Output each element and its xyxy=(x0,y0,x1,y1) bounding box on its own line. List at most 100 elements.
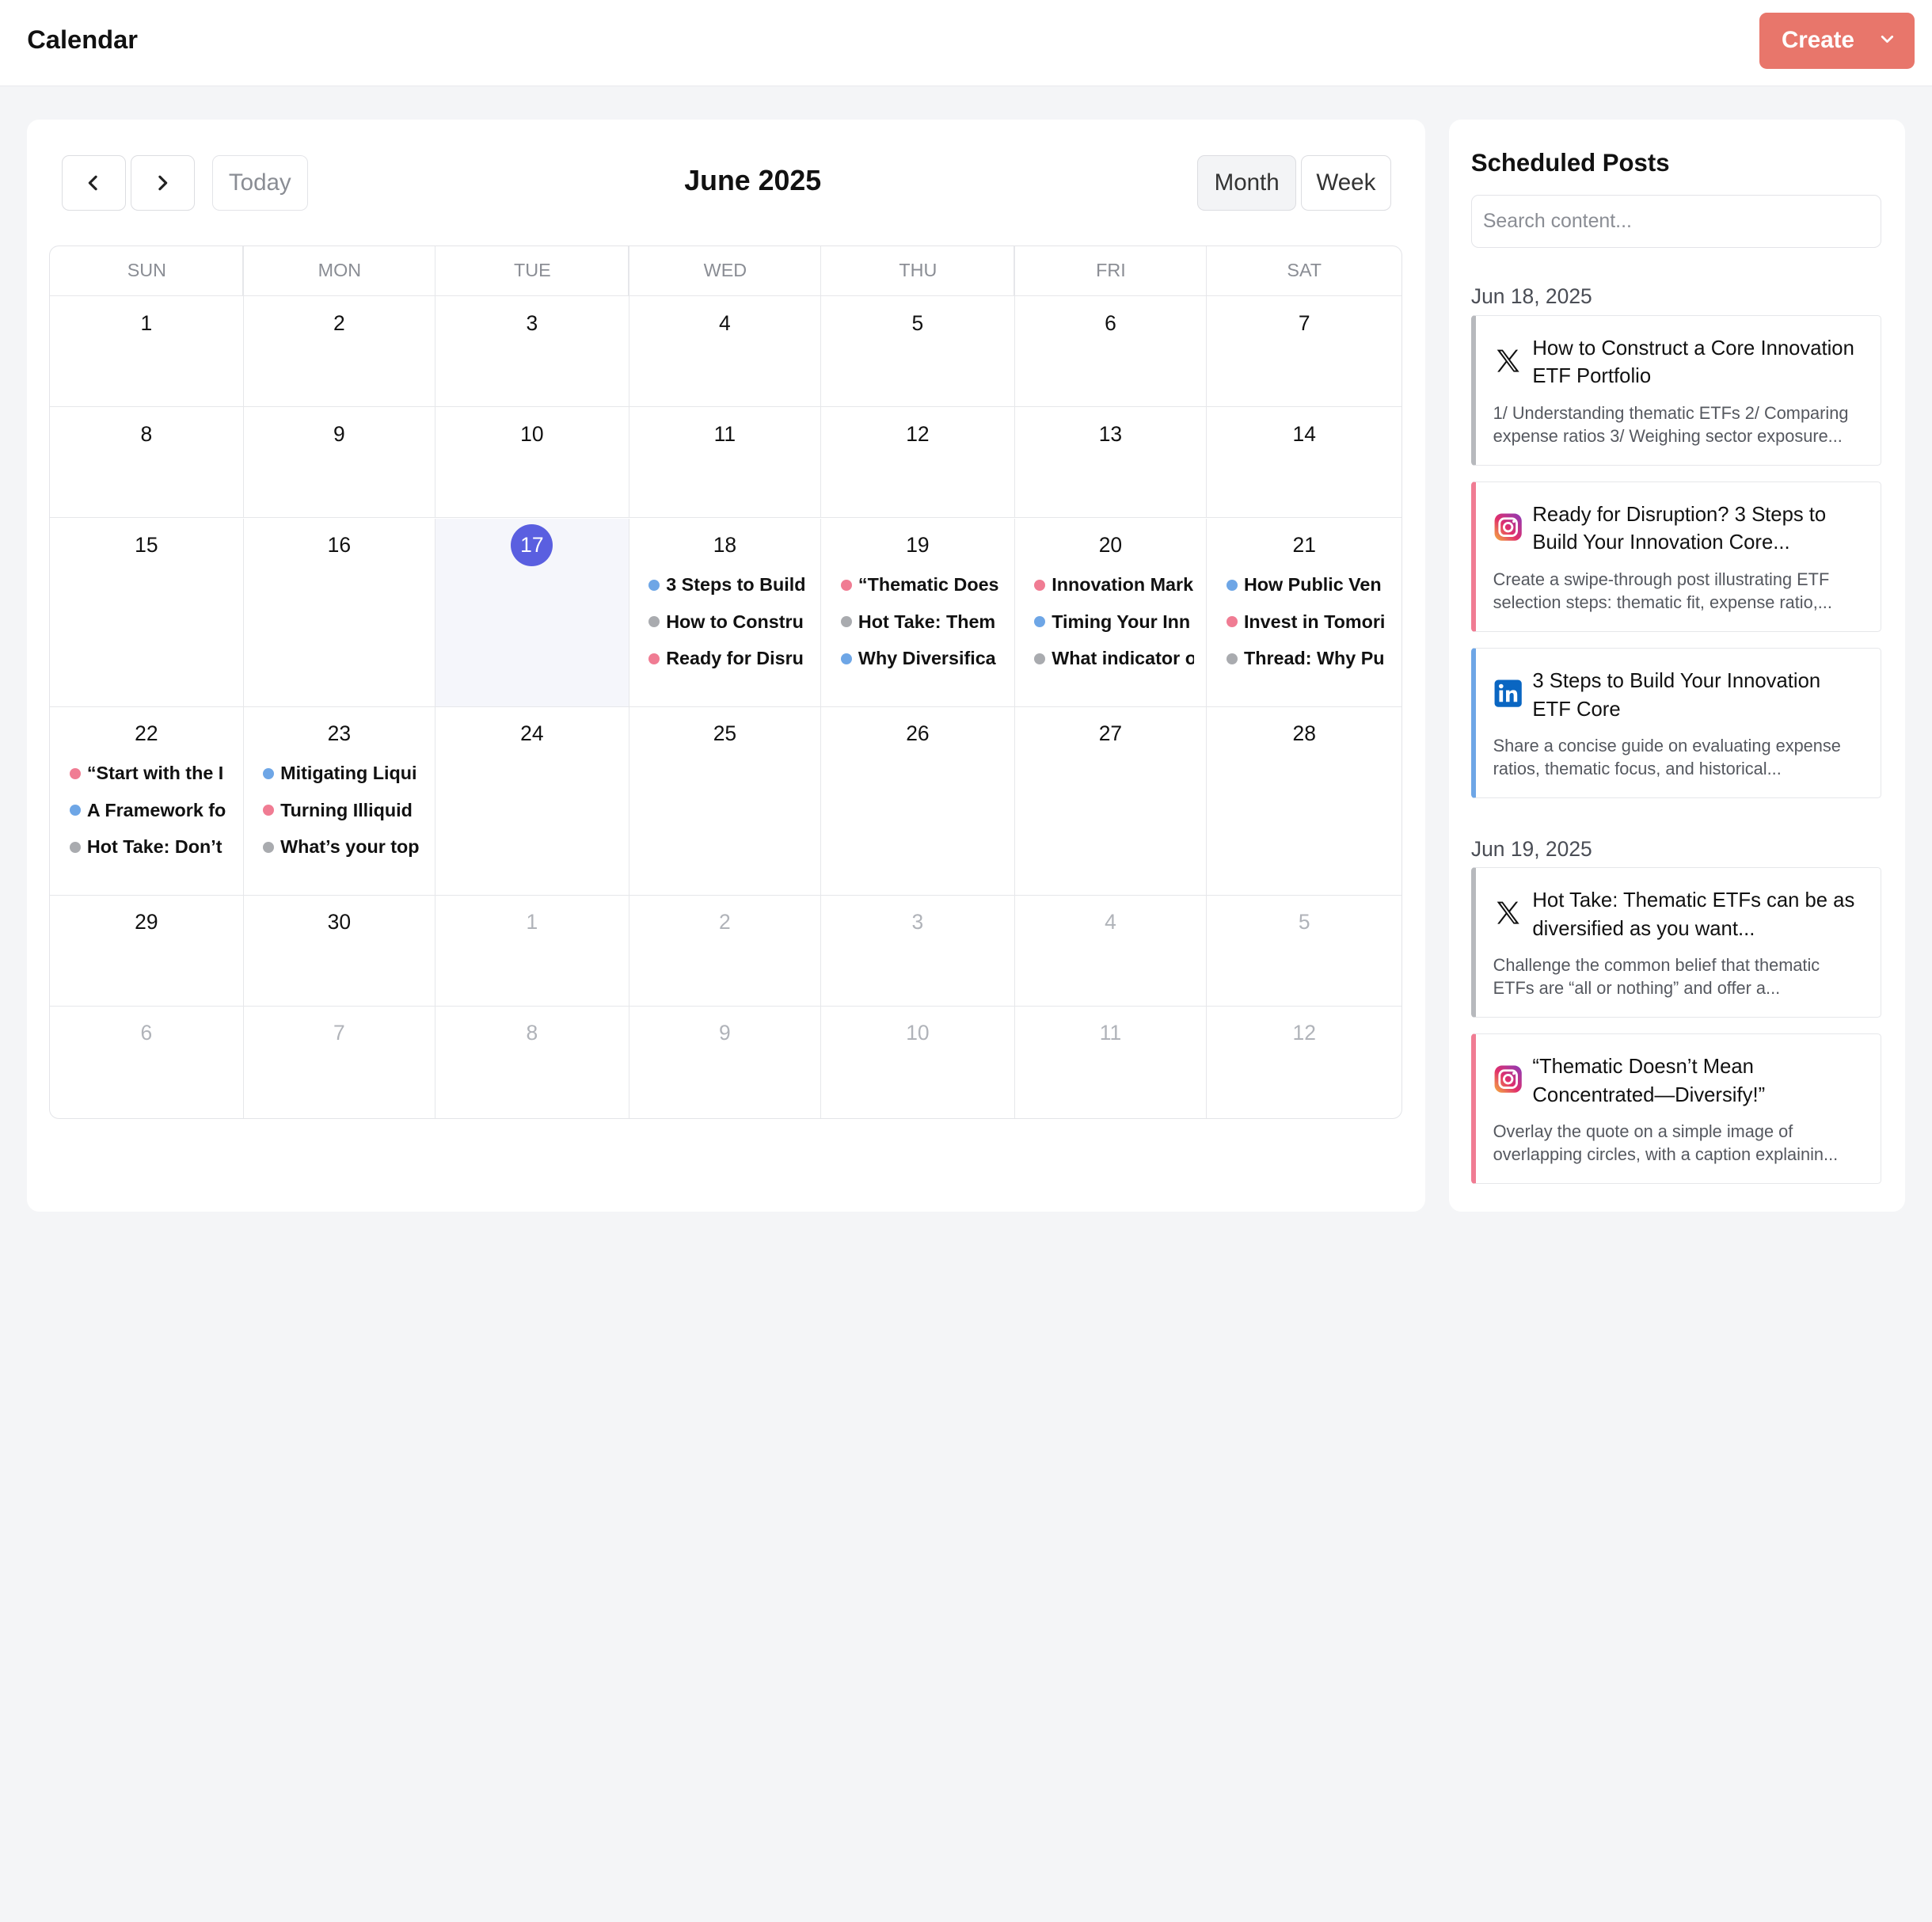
day-cell[interactable]: 11 xyxy=(629,407,822,519)
day-cell[interactable]: 3 xyxy=(821,895,1015,1007)
event-title: Ready for Disru xyxy=(666,648,804,669)
day-number: 22 xyxy=(135,721,158,746)
calendar-event[interactable]: Turning Illiquid xyxy=(263,797,422,824)
day-cell[interactable]: 17 xyxy=(435,518,629,707)
calendar-event[interactable]: Hot Take: Don’t xyxy=(70,834,230,861)
day-cell[interactable]: 9 xyxy=(243,407,436,519)
day-number: 5 xyxy=(911,310,924,335)
create-button[interactable]: Create xyxy=(1759,12,1915,70)
day-number: 8 xyxy=(526,1021,538,1045)
day-cell[interactable]: 16 xyxy=(243,518,436,707)
day-number: 18 xyxy=(713,533,737,558)
day-cell[interactable]: 15 xyxy=(50,518,244,707)
calendar-event[interactable]: What indicator o xyxy=(1034,645,1194,672)
day-cell[interactable]: 19 “Thematic Does Hot Take: Them Why Divers… xyxy=(821,518,1015,707)
day-cell[interactable]: 5 xyxy=(1207,896,1401,1007)
day-cell[interactable]: 2 xyxy=(243,295,436,408)
post-card[interactable]: 3 Steps to Build Your Innovation ETF Cor… xyxy=(1470,648,1881,799)
day-cell[interactable]: 9 xyxy=(629,1006,822,1118)
day-cell[interactable]: 24 xyxy=(435,706,629,896)
day-cell[interactable]: 2 xyxy=(629,895,822,1007)
page: Calendar Create Today June 2025 Month We… xyxy=(0,0,1932,1235)
calendar-event[interactable]: Mitigating Liqui xyxy=(263,759,422,786)
post-date-heading: Jun 19, 2025 xyxy=(1470,836,1592,861)
day-cell[interactable]: 10 xyxy=(821,1006,1015,1118)
day-cell[interactable]: 29 xyxy=(50,895,244,1007)
day-cell[interactable]: 22 “Start with the I A Framework fo Hot Tak… xyxy=(50,706,244,896)
calendar-event[interactable]: Ready for Disru xyxy=(648,645,808,672)
weekday-header: FRI xyxy=(1096,260,1126,281)
day-cell[interactable]: 6 xyxy=(1014,295,1208,408)
calendar-event[interactable]: A Framework fo xyxy=(70,797,230,824)
day-cell[interactable]: 12 xyxy=(1207,1007,1401,1118)
day-cell[interactable]: 28 xyxy=(1207,707,1401,896)
calendar-event[interactable]: How Public Ven xyxy=(1227,571,1389,598)
search-input[interactable] xyxy=(1470,194,1881,248)
day-cell[interactable]: 23 Mitigating Liqui Turning Illiquid What’s… xyxy=(243,706,436,896)
day-cell[interactable]: 8 xyxy=(50,407,244,519)
day-cell[interactable]: 20 Innovation Mark Timing Your Inn What ind… xyxy=(1014,518,1208,707)
grid-divider xyxy=(820,245,822,295)
post-card[interactable]: Hot Take: Thematic ETFs can be as divers… xyxy=(1470,867,1881,1018)
post-title: 3 Steps to Build Your Innovation ETF Cor… xyxy=(1532,669,1821,721)
day-cell[interactable]: 21 How Public Ven Invest in Tomori Thread: … xyxy=(1207,519,1401,707)
day-cell[interactable]: 10 xyxy=(435,407,629,519)
calendar-event[interactable]: Invest in Tomori xyxy=(1227,608,1389,635)
day-cell[interactable]: 7 xyxy=(1207,295,1401,408)
day-cell[interactable]: 1 xyxy=(435,895,629,1007)
event-title: Hot Take: Don’t xyxy=(86,836,222,858)
instagram-logo-icon xyxy=(1494,1065,1522,1093)
calendar-event[interactable]: Hot Take: Them xyxy=(841,608,1002,635)
event-dot xyxy=(70,805,82,816)
calendar-event[interactable]: “Thematic Does xyxy=(841,571,1002,598)
day-cell[interactable]: 4 xyxy=(629,295,822,408)
day-cell[interactable]: 5 xyxy=(821,295,1015,408)
day-cell[interactable]: 6 xyxy=(50,1006,244,1118)
day-cell[interactable]: 25 xyxy=(629,706,822,896)
day-cell[interactable]: 14 xyxy=(1207,407,1401,519)
view-week-button[interactable]: Week xyxy=(1301,155,1391,211)
event-title: Innovation Mark xyxy=(1052,574,1194,596)
day-cell[interactable]: 18 3 Steps to Build How to Constru Ready fo… xyxy=(629,518,822,707)
day-cell[interactable]: 26 xyxy=(821,706,1015,896)
calendar-event[interactable]: Innovation Mark xyxy=(1034,571,1193,598)
post-card[interactable]: “Thematic Doesn’t Mean Concentrated—Dive… xyxy=(1470,1033,1881,1185)
event-dot xyxy=(1227,579,1238,591)
day-number: 1 xyxy=(526,910,538,934)
event-dot xyxy=(70,767,82,779)
calendar-event[interactable]: 3 Steps to Build xyxy=(648,571,808,598)
day-cell[interactable]: 12 xyxy=(821,407,1015,519)
day-cell[interactable]: 13 xyxy=(1014,407,1208,519)
calendar-event[interactable]: Why Diversifica xyxy=(841,645,1002,672)
day-number: 12 xyxy=(906,422,930,447)
view-month-button[interactable]: Month xyxy=(1197,155,1296,211)
grid-divider xyxy=(434,245,436,295)
weekday-header: THU xyxy=(899,260,937,281)
calendar-event[interactable]: Thread: Why Pu xyxy=(1227,645,1389,672)
day-cell[interactable]: 4 xyxy=(1014,895,1208,1007)
event-title: Timing Your Inn xyxy=(1052,611,1191,632)
post-card[interactable]: Ready for Disruption? 3 Steps to Build Y… xyxy=(1470,481,1881,633)
calendar-event[interactable]: What’s your top xyxy=(263,834,422,861)
day-number: 30 xyxy=(327,910,352,934)
post-card[interactable]: How to Construct a Core Innovation ETF P… xyxy=(1470,315,1881,466)
day-cell[interactable]: 3 xyxy=(435,295,629,408)
event-dot xyxy=(263,767,275,779)
event-title: Mitigating Liqui xyxy=(280,763,417,784)
day-cell[interactable]: 7 xyxy=(244,1006,436,1118)
day-number: 3 xyxy=(526,310,538,335)
chevron-down-icon[interactable] xyxy=(1877,29,1897,49)
calendar-event[interactable]: “Start with the I xyxy=(70,759,230,786)
weekday-header: TUE xyxy=(514,260,551,281)
weekday-header: MON xyxy=(318,260,362,281)
day-cell[interactable]: 30 xyxy=(243,895,436,1007)
event-title: Invest in Tomori xyxy=(1243,611,1386,632)
post-excerpt: Create a swipe-through post illustrating… xyxy=(1493,569,1832,613)
day-cell[interactable]: 1 xyxy=(50,295,244,408)
calendar-event[interactable]: Timing Your Inn xyxy=(1034,608,1193,635)
day-cell[interactable]: 11 xyxy=(1015,1006,1208,1118)
calendar-event[interactable]: How to Constru xyxy=(648,608,808,635)
post-title: Hot Take: Thematic ETFs can be as divers… xyxy=(1532,889,1855,940)
day-cell[interactable]: 27 xyxy=(1014,706,1208,896)
day-cell[interactable]: 8 xyxy=(435,1006,629,1118)
